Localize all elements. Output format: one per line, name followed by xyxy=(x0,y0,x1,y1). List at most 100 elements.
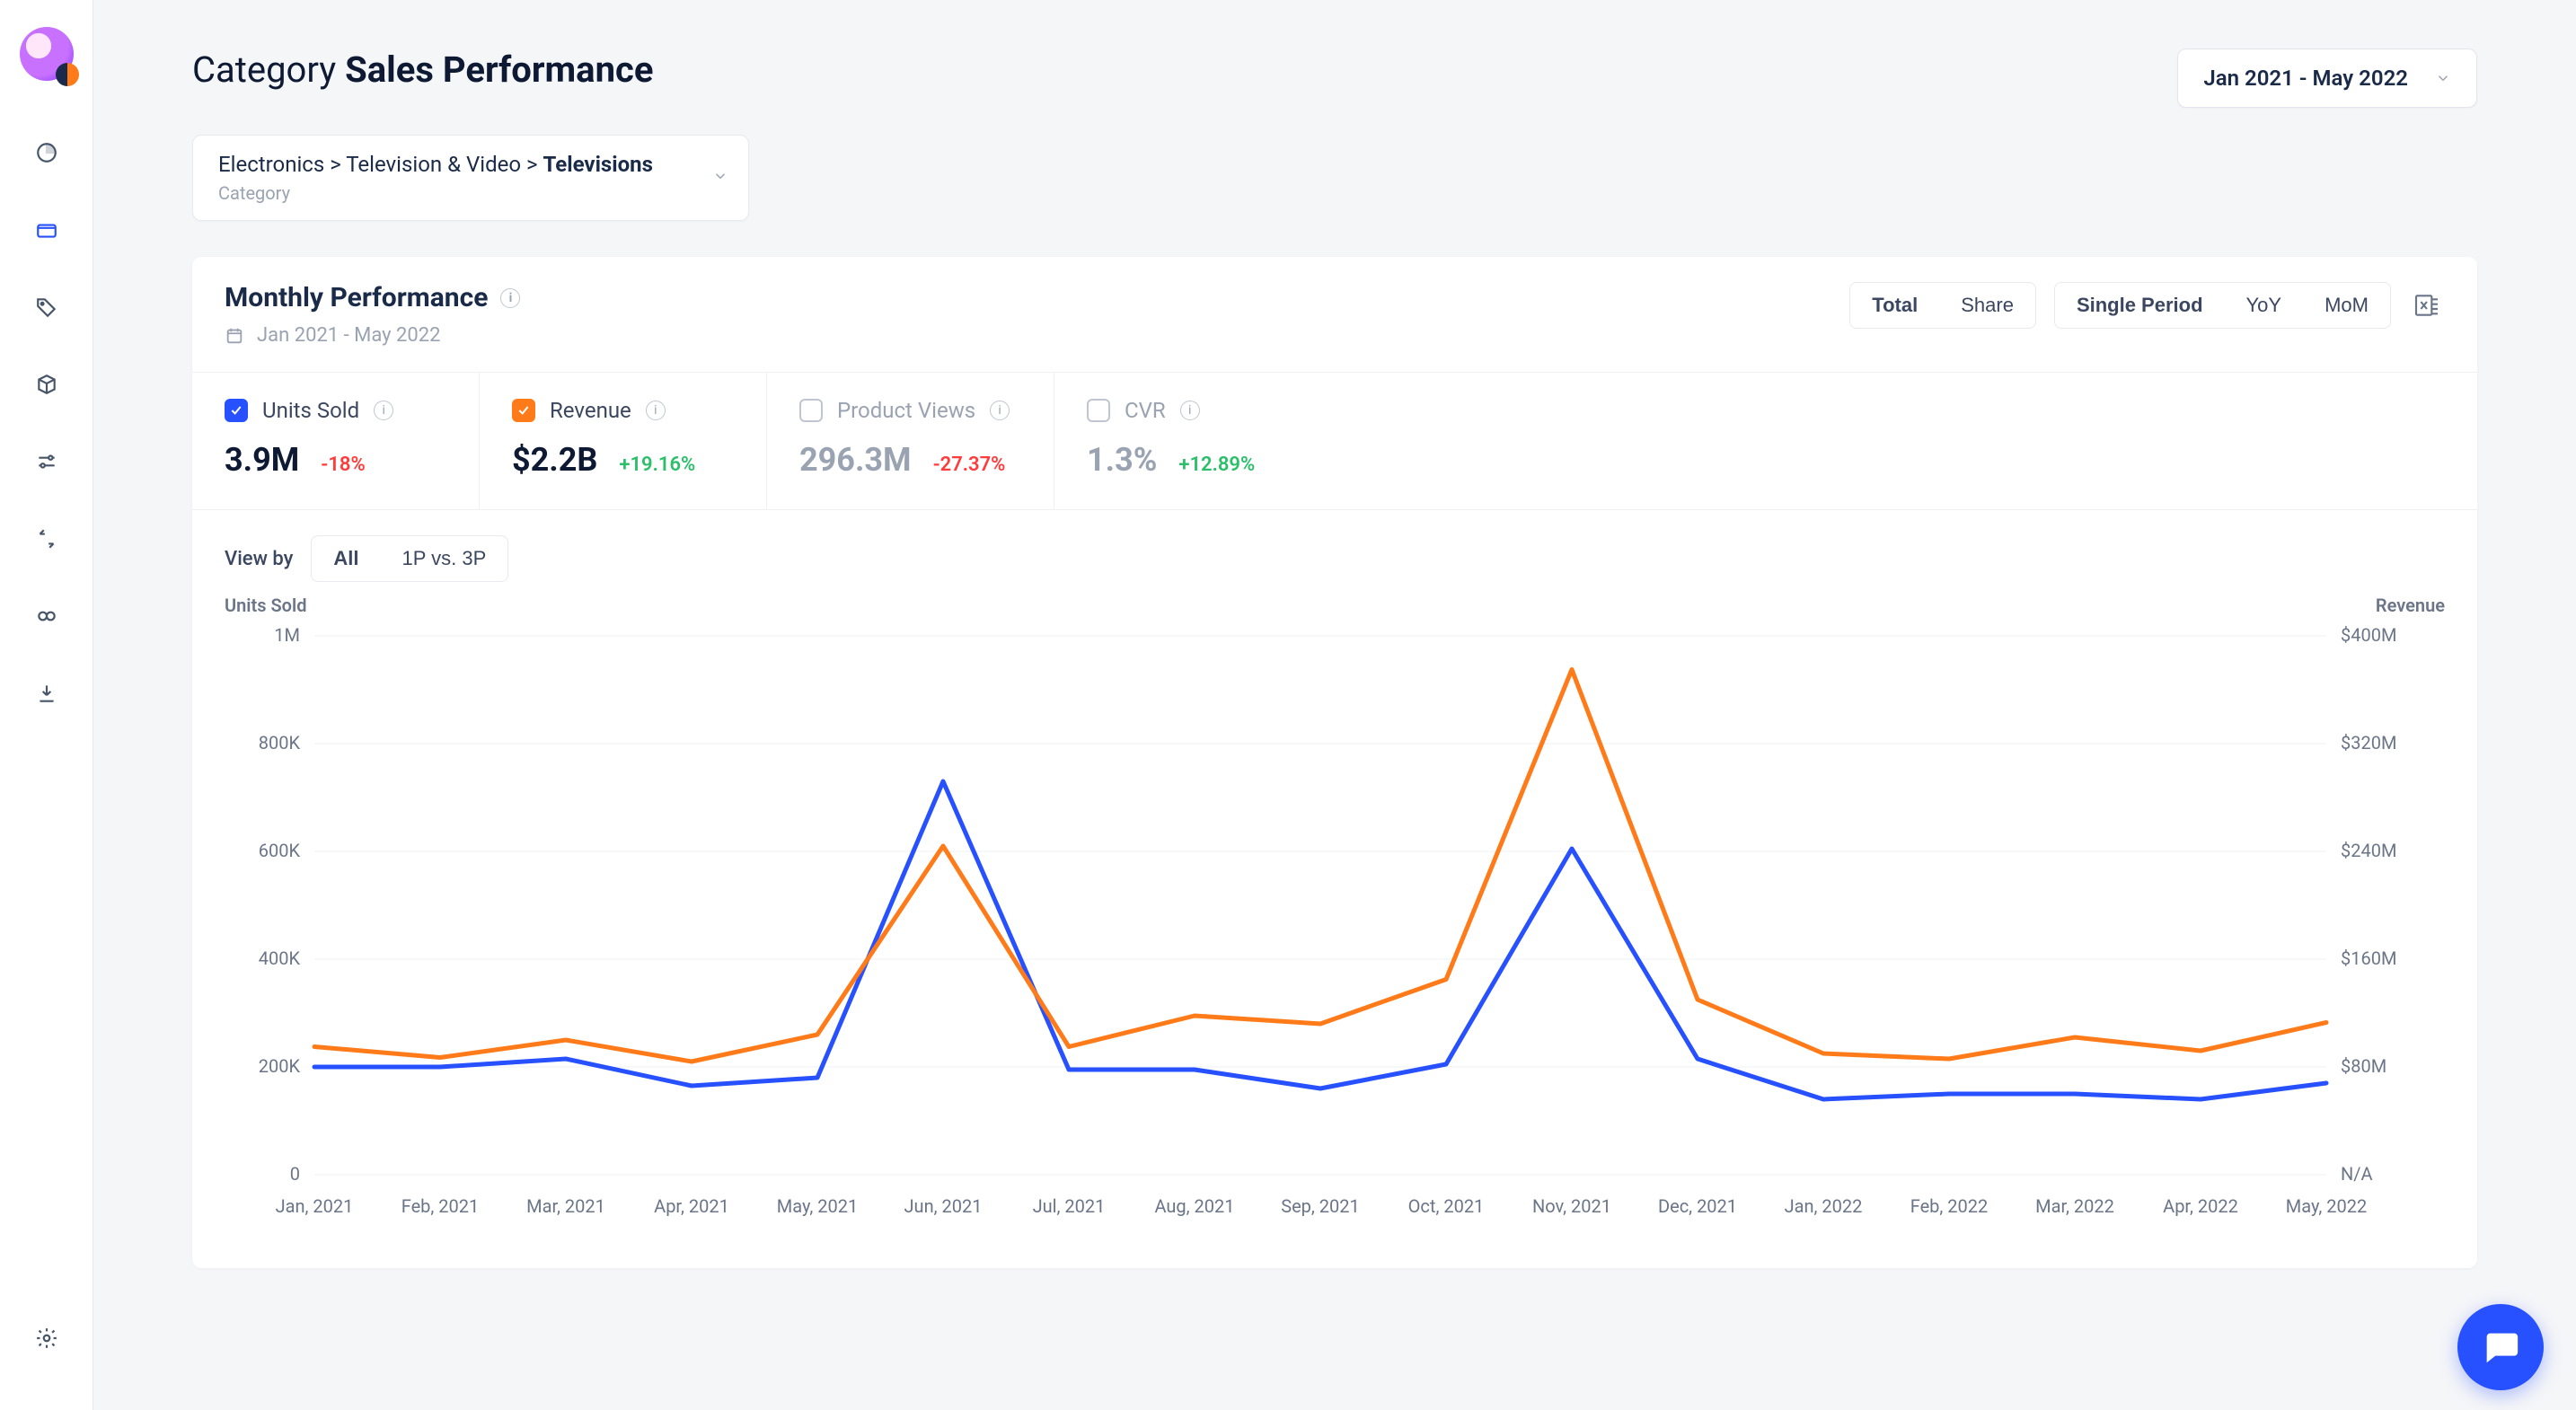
arrows-icon xyxy=(35,527,58,551)
info-icon[interactable]: i xyxy=(374,401,393,420)
view-mode-segment[interactable]: Total Share xyxy=(1849,282,2036,329)
nav xyxy=(29,135,65,711)
nav-download[interactable] xyxy=(29,675,65,711)
nav-box[interactable] xyxy=(29,366,65,402)
metrics-row: Units Sold i 3.9M -18% Revenue i xyxy=(192,372,2477,510)
nav-arrows[interactable] xyxy=(29,521,65,557)
performance-card: Monthly Performance i Jan 2021 - May 202… xyxy=(192,257,2477,1268)
viewby-1p-3p[interactable]: 1P vs. 3P xyxy=(381,536,508,581)
svg-text:Jul, 2021: Jul, 2021 xyxy=(1033,1195,1106,1217)
link-icon xyxy=(35,604,58,628)
card-subtitle: Jan 2021 - May 2022 xyxy=(257,324,441,347)
adjust-icon xyxy=(35,450,58,473)
svg-text:800K: 800K xyxy=(259,732,301,753)
breadcrumb-current: Televisions xyxy=(543,152,653,177)
dashboard-icon xyxy=(35,141,58,164)
box-icon xyxy=(35,373,58,396)
chevron-down-icon xyxy=(2435,70,2451,86)
download-icon xyxy=(35,682,58,705)
chart-svg: 1M$400M800K$320M600K$240M400K$160M200K$8… xyxy=(225,600,2434,1229)
svg-text:Oct, 2021: Oct, 2021 xyxy=(1408,1195,1485,1217)
svg-text:0: 0 xyxy=(290,1163,300,1185)
page-title-prefix: Category xyxy=(192,48,336,91)
checkbox-cvr[interactable] xyxy=(1087,399,1110,422)
svg-text:1M: 1M xyxy=(274,624,300,646)
info-icon[interactable]: i xyxy=(500,288,520,308)
seg-single[interactable]: Single Period xyxy=(2055,283,2225,328)
chat-fab[interactable] xyxy=(2457,1304,2544,1390)
svg-text:Aug, 2021: Aug, 2021 xyxy=(1154,1195,1234,1217)
info-icon[interactable]: i xyxy=(990,401,1010,420)
svg-text:$160M: $160M xyxy=(2341,947,2396,969)
svg-text:Dec, 2021: Dec, 2021 xyxy=(1658,1195,1737,1217)
page-title-main: Sales Performance xyxy=(345,48,653,91)
metric-label: Units Sold xyxy=(262,398,359,423)
sidebar xyxy=(0,0,93,1410)
card-title: Monthly Performance xyxy=(225,282,488,313)
date-range-picker[interactable]: Jan 2021 - May 2022 xyxy=(2177,48,2477,108)
svg-text:400K: 400K xyxy=(259,947,301,969)
breadcrumb-sub: Category xyxy=(218,182,694,204)
nav-dashboard[interactable] xyxy=(29,135,65,171)
nav-adjust[interactable] xyxy=(29,444,65,480)
svg-text:$320M: $320M xyxy=(2341,732,2396,753)
seg-mom[interactable]: MoM xyxy=(2303,283,2390,328)
checkbox-units-sold[interactable] xyxy=(225,399,248,422)
svg-text:Mar, 2022: Mar, 2022 xyxy=(2035,1195,2114,1217)
gear-icon xyxy=(35,1326,58,1350)
page-title: Category Sales Performance xyxy=(192,48,653,91)
seg-yoy[interactable]: YoY xyxy=(2225,283,2304,328)
svg-text:$400M: $400M xyxy=(2341,624,2396,646)
metric-delta: +19.16% xyxy=(619,454,695,476)
breadcrumb[interactable]: Electronics > Television & Video > Telev… xyxy=(192,135,749,221)
svg-text:Feb, 2022: Feb, 2022 xyxy=(1910,1195,1989,1217)
nav-tag[interactable] xyxy=(29,289,65,325)
seg-share[interactable]: Share xyxy=(1939,283,2035,328)
metric-label: CVR xyxy=(1125,398,1166,423)
metric-delta: -18% xyxy=(321,454,365,476)
svg-text:Jan, 2022: Jan, 2022 xyxy=(1785,1195,1863,1217)
svg-text:200K: 200K xyxy=(259,1055,301,1077)
viewby-label: View by xyxy=(225,548,293,570)
checkbox-revenue[interactable] xyxy=(512,399,535,422)
info-icon[interactable]: i xyxy=(646,401,666,420)
viewby-all[interactable]: All xyxy=(312,536,380,581)
metric-delta: -27.37% xyxy=(933,454,1006,476)
svg-text:N/A: N/A xyxy=(2341,1163,2373,1185)
nav-link[interactable] xyxy=(29,598,65,634)
chevron-down-icon xyxy=(712,168,728,188)
metric-cvr[interactable]: CVR i 1.3% +12.89% xyxy=(1054,373,1342,509)
chat-icon xyxy=(2480,1326,2521,1368)
checkbox-product-views[interactable] xyxy=(799,399,823,422)
metric-label: Product Views xyxy=(837,398,975,423)
excel-icon xyxy=(2413,291,2441,320)
seg-total[interactable]: Total xyxy=(1850,283,1939,328)
svg-text:Apr, 2022: Apr, 2022 xyxy=(2163,1195,2238,1217)
svg-text:Jan, 2021: Jan, 2021 xyxy=(276,1195,354,1217)
metric-revenue[interactable]: Revenue i $2.2B +19.16% xyxy=(480,373,767,509)
metric-product-views[interactable]: Product Views i 296.3M -27.37% xyxy=(767,373,1054,509)
breadcrumb-path: Electronics > Television & Video > xyxy=(218,152,543,177)
period-segment[interactable]: Single Period YoY MoM xyxy=(2054,282,2391,329)
metric-value: 3.9M xyxy=(225,441,299,479)
svg-text:Jun, 2021: Jun, 2021 xyxy=(904,1195,983,1217)
axis-right-title: Revenue xyxy=(2376,595,2445,616)
svg-text:$80M: $80M xyxy=(2341,1055,2386,1077)
export-excel[interactable] xyxy=(2409,287,2445,323)
metric-value: $2.2B xyxy=(512,441,597,479)
axis-left-title: Units Sold xyxy=(225,595,306,616)
svg-text:May, 2022: May, 2022 xyxy=(2286,1195,2367,1217)
svg-text:Sep, 2021: Sep, 2021 xyxy=(1281,1195,1360,1217)
metric-units-sold[interactable]: Units Sold i 3.9M -18% xyxy=(192,373,480,509)
info-icon[interactable]: i xyxy=(1180,401,1200,420)
avatar[interactable] xyxy=(20,27,74,81)
viewby-segment[interactable]: All 1P vs. 3P xyxy=(311,535,508,582)
main: Category Sales Performance Jan 2021 - Ma… xyxy=(93,0,2576,1410)
svg-text:May, 2021: May, 2021 xyxy=(777,1195,858,1217)
svg-text:Apr, 2021: Apr, 2021 xyxy=(654,1195,729,1217)
svg-text:Mar, 2021: Mar, 2021 xyxy=(526,1195,605,1217)
date-range-label: Jan 2021 - May 2022 xyxy=(2203,66,2408,91)
nav-settings[interactable] xyxy=(29,1320,65,1356)
nav-wallet[interactable] xyxy=(29,212,65,248)
svg-text:Feb, 2021: Feb, 2021 xyxy=(401,1195,480,1217)
